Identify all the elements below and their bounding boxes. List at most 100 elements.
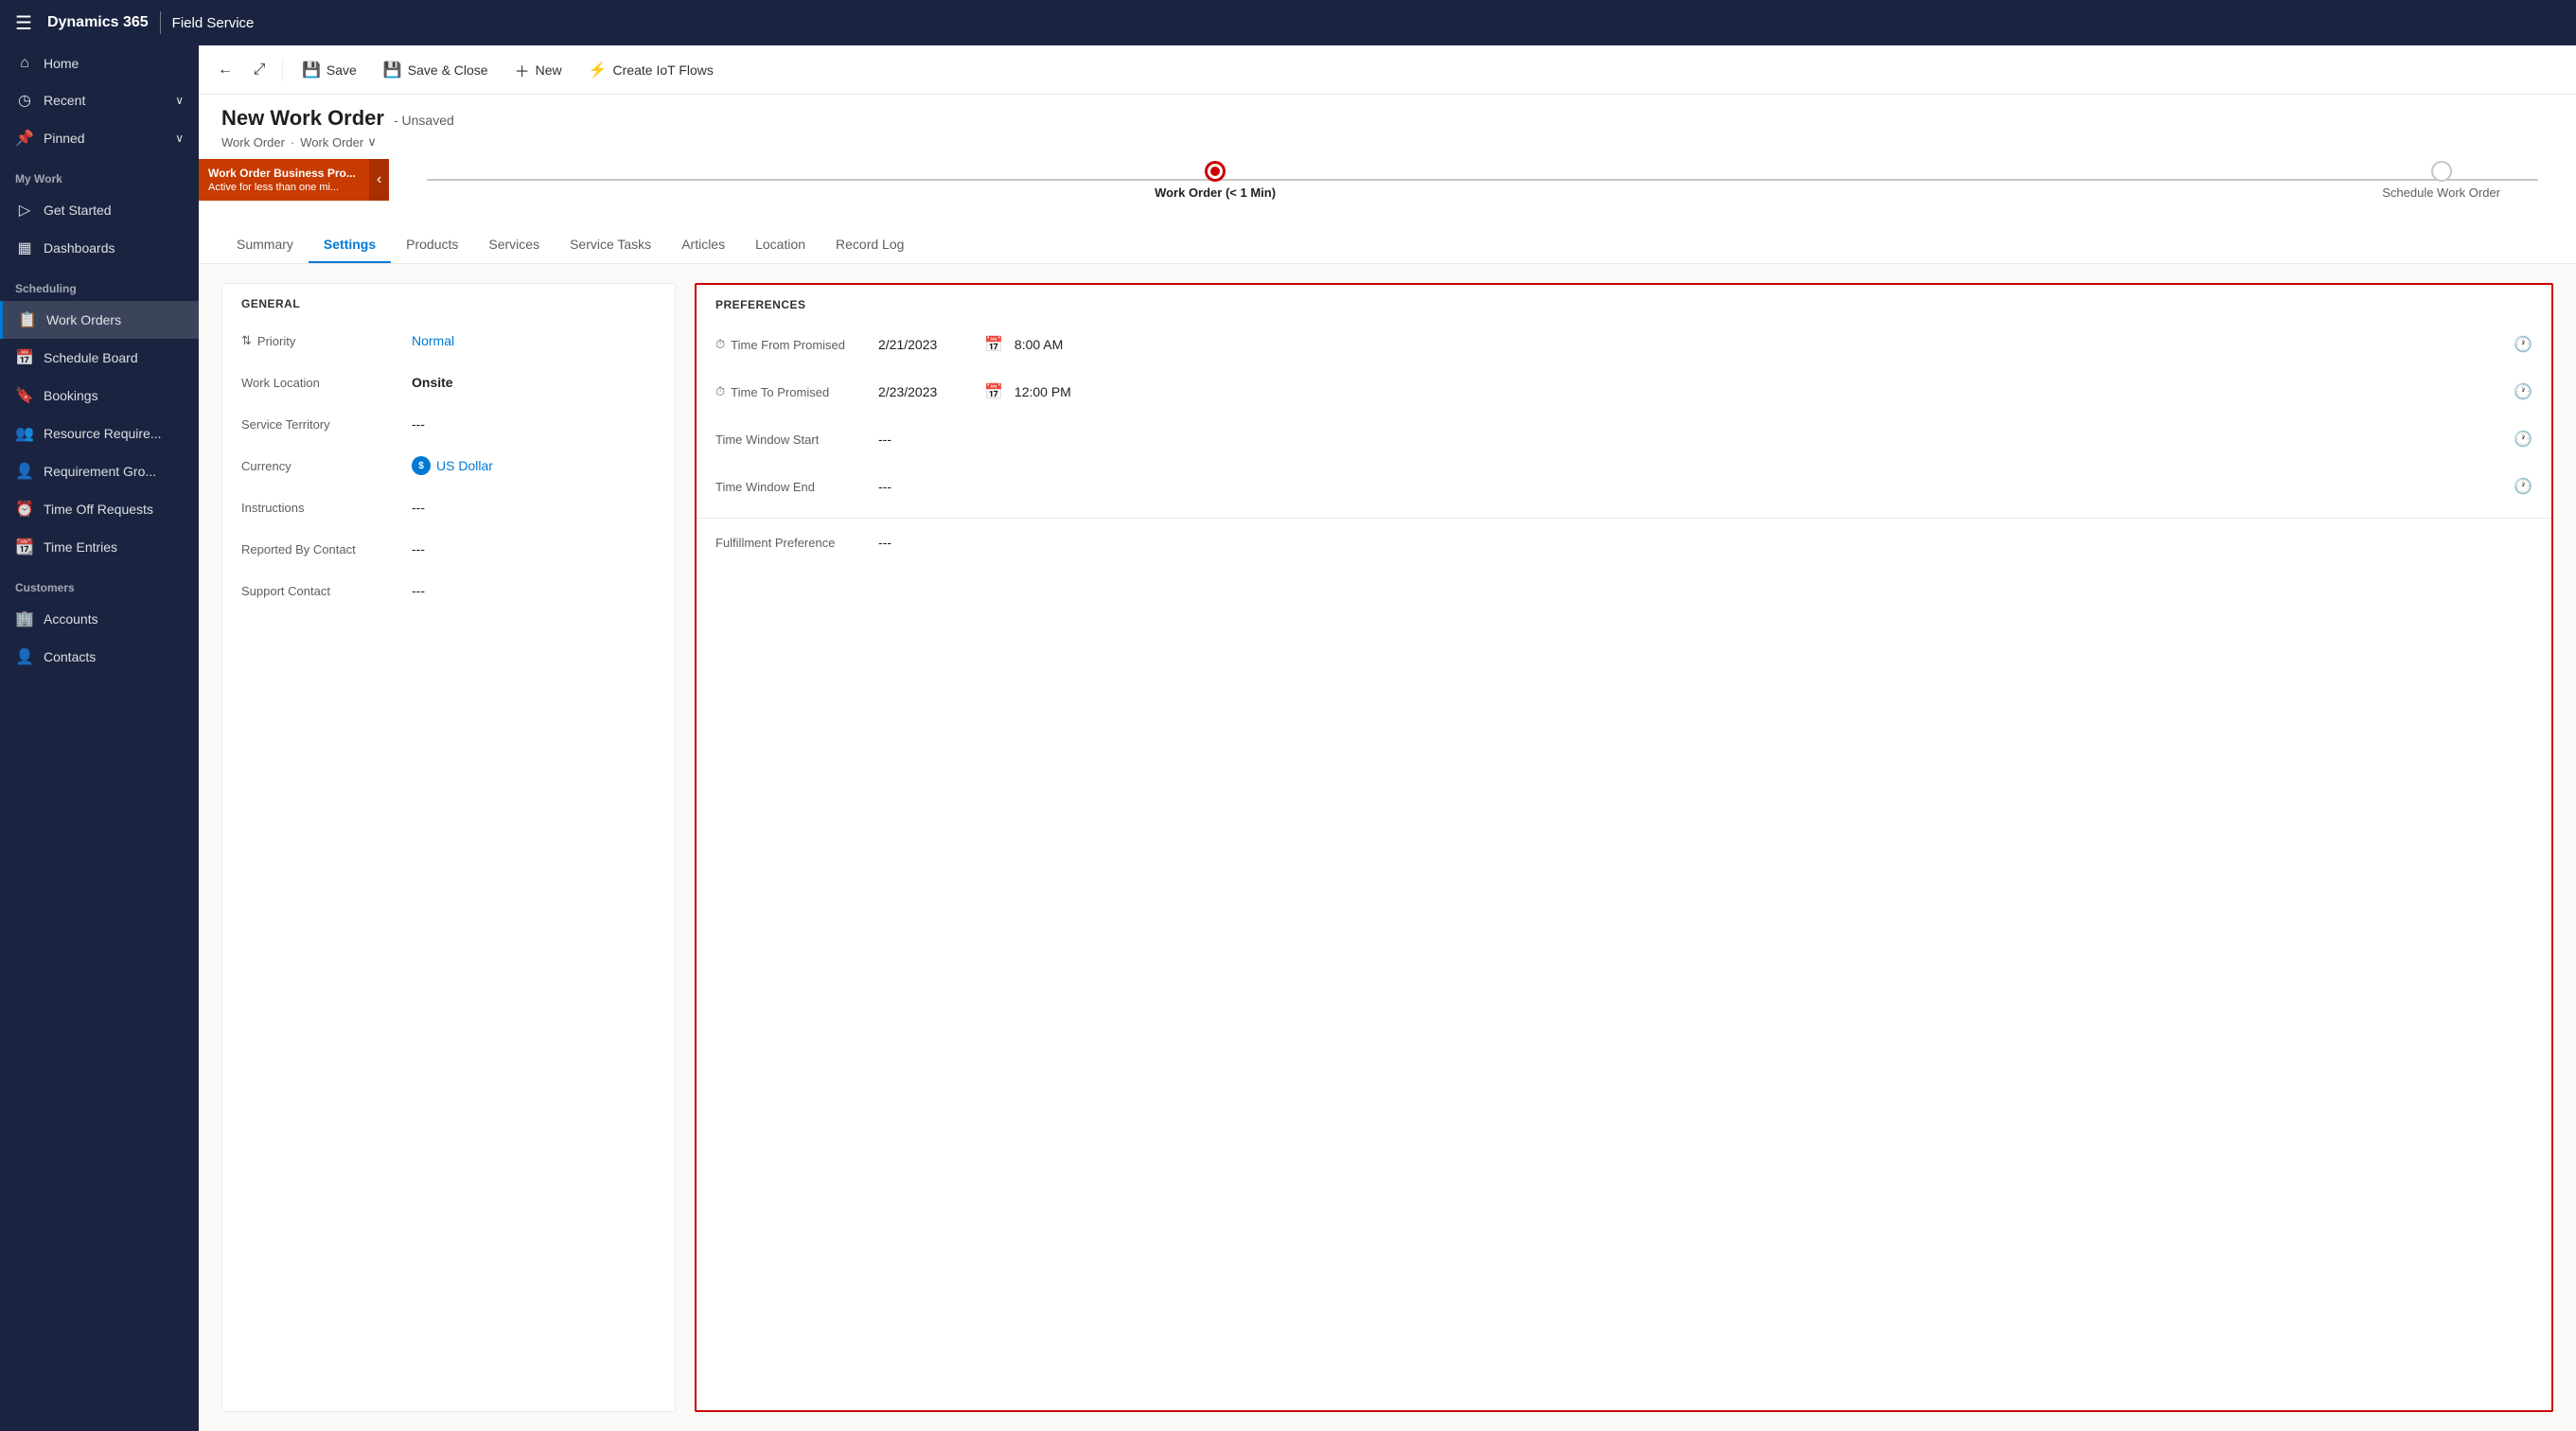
field-support-contact: Support Contact --- — [222, 570, 675, 611]
chevron-down-icon: ∨ — [175, 94, 184, 107]
label-service-territory: Service Territory — [241, 417, 412, 432]
progress-collapse-button[interactable]: ‹ — [369, 159, 389, 201]
tab-services[interactable]: Services — [473, 227, 555, 263]
sidebar-label-requirement-groups: Requirement Gro... — [44, 464, 156, 479]
sidebar-item-pinned[interactable]: 📌 Pinned ∨ — [0, 119, 199, 157]
label-work-location: Work Location — [241, 376, 412, 390]
sidebar-item-time-entries[interactable]: 📆 Time Entries — [0, 528, 199, 566]
breadcrumb-chevron-icon: ∨ — [367, 134, 377, 150]
label-currency: Currency — [241, 459, 412, 473]
sidebar-item-requirement-groups[interactable]: 👤 Requirement Gro... — [0, 452, 199, 490]
value-reported-by-contact: --- — [412, 541, 656, 556]
app-name: Field Service — [172, 15, 255, 31]
iot-flows-button[interactable]: ⚡ Create IoT Flows — [577, 55, 725, 85]
save-close-button[interactable]: 💾 Save & Close — [372, 55, 500, 85]
sidebar-item-home[interactable]: ⌂ Home — [0, 45, 199, 81]
time-off-icon: ⏰ — [15, 500, 34, 519]
value-time-from-date: 2/21/2023 — [878, 337, 973, 352]
value-time-window-start: --- — [878, 432, 2502, 447]
save-close-icon: 💾 — [383, 61, 402, 80]
tab-articles[interactable]: Articles — [666, 227, 740, 263]
work-orders-icon: 📋 — [18, 310, 37, 329]
sidebar-item-contacts[interactable]: 👤 Contacts — [0, 638, 199, 676]
calendar-icon-from[interactable]: 📅 — [984, 335, 1003, 354]
sidebar-item-schedule-board[interactable]: 📅 Schedule Board — [0, 339, 199, 377]
field-priority: ⇅ Priority Normal — [222, 320, 675, 362]
time-from-icon: ⏱ — [715, 337, 725, 352]
sidebar-item-resource-requirements[interactable]: 👥 Resource Require... — [0, 415, 199, 452]
sidebar-item-work-orders[interactable]: 📋 Work Orders — [0, 301, 199, 339]
calendar-icon-to[interactable]: 📅 — [984, 382, 1003, 401]
section-label-customers: Customers — [0, 566, 199, 600]
label-time-to-promised: ⏱ Time To Promised — [715, 384, 867, 399]
field-time-window-start: Time Window Start --- 🕐 — [697, 415, 2551, 463]
hamburger-icon[interactable]: ☰ — [15, 11, 32, 35]
nav-divider — [160, 11, 161, 34]
sidebar-label-time-off-requests: Time Off Requests — [44, 502, 153, 517]
tab-settings[interactable]: Settings — [309, 227, 391, 263]
value-instructions: --- — [412, 500, 656, 515]
iot-label: Create IoT Flows — [613, 62, 714, 78]
sidebar-item-time-off-requests[interactable]: ⏰ Time Off Requests — [0, 490, 199, 528]
progress-line — [427, 179, 2538, 181]
sidebar-label-work-orders: Work Orders — [46, 312, 121, 327]
progress-inactive-node — [2431, 161, 2452, 182]
popout-button[interactable]: ⤢ — [244, 55, 274, 85]
save-icon: 💾 — [302, 61, 321, 80]
tab-location[interactable]: Location — [740, 227, 820, 263]
breadcrumb-label-2: Work Order — [300, 135, 363, 150]
pin-icon: 📌 — [15, 129, 34, 148]
breadcrumb-dropdown[interactable]: Work Order ∨ — [300, 134, 376, 150]
clock-icon-window-end[interactable]: 🕐 — [2514, 477, 2532, 496]
command-bar: ← ⤢ 💾 Save 💾 Save & Close ＋ New ⚡ Create… — [199, 45, 2576, 95]
label-time-window-start: Time Window Start — [715, 433, 867, 447]
sidebar-item-dashboards[interactable]: ▦ Dashboards — [0, 229, 199, 267]
sidebar: ⌂ Home ◷ Recent ∨ 📌 Pinned ∨ My Work ▷ G… — [0, 45, 199, 1431]
progress-line-container: Work Order (< 1 Min) Schedule Work Order — [389, 159, 2576, 201]
app-title: Dynamics 365 — [47, 14, 149, 31]
value-support-contact: --- — [412, 583, 656, 598]
sidebar-item-bookings[interactable]: 🔖 Bookings — [0, 377, 199, 415]
schedule-board-icon: 📅 — [15, 348, 34, 367]
cmd-separator — [282, 59, 283, 81]
back-button[interactable]: ← — [210, 55, 240, 85]
breadcrumb-separator: · — [291, 135, 294, 150]
sidebar-item-recent[interactable]: ◷ Recent ∨ — [0, 81, 199, 119]
sidebar-item-accounts[interactable]: 🏢 Accounts — [0, 600, 199, 638]
clock-icon-window-start[interactable]: 🕐 — [2514, 430, 2532, 449]
progress-active-dot — [1210, 167, 1220, 176]
value-currency[interactable]: $ US Dollar — [412, 456, 656, 475]
field-time-to-promised: ⏱ Time To Promised 2/23/2023 📅 12:00 PM … — [697, 368, 2551, 415]
sidebar-item-get-started[interactable]: ▷ Get Started — [0, 191, 199, 229]
value-fulfillment-preference: --- — [878, 535, 2532, 550]
section-label-mywork: My Work — [0, 157, 199, 191]
value-time-window-end: --- — [878, 479, 2502, 494]
field-time-window-end: Time Window End --- 🕐 — [697, 463, 2551, 510]
tab-service-tasks[interactable]: Service Tasks — [555, 227, 666, 263]
label-time-from-promised: ⏱ Time From Promised — [715, 337, 867, 352]
tab-summary[interactable]: Summary — [221, 227, 309, 263]
tab-products[interactable]: Products — [391, 227, 473, 263]
new-button[interactable]: ＋ New — [503, 53, 573, 87]
label-fulfillment-preference: Fulfillment Preference — [715, 536, 867, 550]
clock-icon-to[interactable]: 🕐 — [2514, 382, 2532, 401]
general-section-title: GENERAL — [222, 284, 675, 320]
progress-inactive-label: Schedule Work Order — [2382, 186, 2500, 200]
content-area: ← ⤢ 💾 Save 💾 Save & Close ＋ New ⚡ Create… — [199, 45, 2576, 1431]
progress-badge-sub: Active for less than one mi... — [208, 182, 360, 193]
value-time-to-time: 12:00 PM — [1015, 384, 2502, 399]
sidebar-label-resource-requirements: Resource Require... — [44, 426, 162, 441]
save-button[interactable]: 💾 Save — [291, 55, 368, 85]
progress-badge[interactable]: Work Order Business Pro... Active for le… — [199, 159, 369, 201]
priority-icon: ⇅ — [241, 333, 252, 348]
breadcrumb-link-1[interactable]: Work Order — [221, 135, 285, 150]
field-fulfillment-preference: Fulfillment Preference --- — [697, 519, 2551, 566]
tab-record-log[interactable]: Record Log — [820, 227, 919, 263]
sidebar-label-get-started: Get Started — [44, 203, 112, 218]
clock-icon-from[interactable]: 🕐 — [2514, 335, 2532, 354]
page-title: New Work Order — [221, 106, 384, 131]
sidebar-label-home: Home — [44, 56, 79, 71]
value-priority[interactable]: Normal — [412, 333, 656, 348]
time-entries-icon: 📆 — [15, 538, 34, 556]
progress-badge-title: Work Order Business Pro... — [208, 167, 360, 180]
